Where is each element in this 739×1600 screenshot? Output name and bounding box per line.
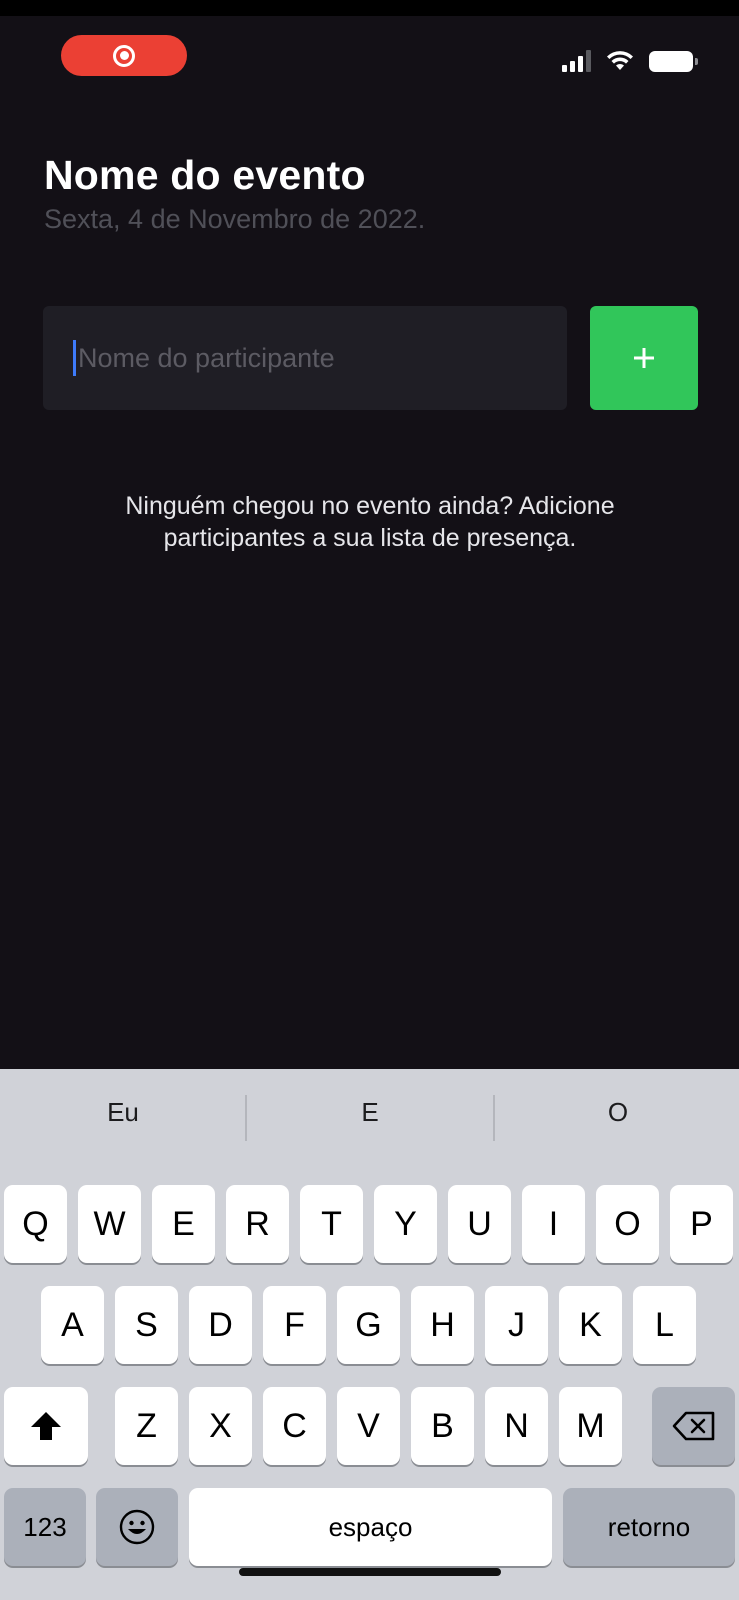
return-key[interactable]: retorno <box>563 1488 735 1566</box>
key-z[interactable]: Z <box>115 1387 178 1465</box>
participant-name-input[interactable] <box>78 342 518 374</box>
key-w[interactable]: W <box>78 1185 141 1263</box>
key-g[interactable]: G <box>337 1286 400 1364</box>
key-s[interactable]: S <box>115 1286 178 1364</box>
text-caret <box>73 340 76 376</box>
key-o[interactable]: O <box>596 1185 659 1263</box>
key-n[interactable]: N <box>485 1387 548 1465</box>
battery-icon <box>649 50 698 72</box>
plus-icon <box>634 348 654 368</box>
suggestion-item[interactable]: O <box>495 1097 739 1128</box>
key-u[interactable]: U <box>448 1185 511 1263</box>
empty-state-line: Ninguém chegou no evento ainda? Adicione <box>125 492 615 520</box>
key-r[interactable]: R <box>226 1185 289 1263</box>
key-f[interactable]: F <box>263 1286 326 1364</box>
key-a[interactable]: A <box>41 1286 104 1364</box>
key-q[interactable]: Q <box>4 1185 67 1263</box>
cellular-signal-icon <box>562 50 591 72</box>
suggestion-bar: Eu E O <box>0 1069 739 1164</box>
numbers-key[interactable]: 123 <box>4 1488 86 1566</box>
status-icons <box>562 50 698 72</box>
key-p[interactable]: P <box>670 1185 733 1263</box>
key-b[interactable]: B <box>411 1387 474 1465</box>
key-x[interactable]: X <box>189 1387 252 1465</box>
event-title: Nome do evento <box>44 152 366 198</box>
shift-key[interactable] <box>4 1387 88 1465</box>
keyboard: Eu E O Q W E R T Y U I O P A S D F G H J… <box>0 1069 739 1600</box>
delete-key[interactable] <box>652 1387 735 1465</box>
key-v[interactable]: V <box>337 1387 400 1465</box>
key-k[interactable]: K <box>559 1286 622 1364</box>
event-date: Sexta, 4 de Novembro de 2022. <box>44 204 426 234</box>
key-l[interactable]: L <box>633 1286 696 1364</box>
emoji-key[interactable] <box>96 1488 178 1566</box>
key-t[interactable]: T <box>300 1185 363 1263</box>
add-participant-button[interactable] <box>590 306 698 410</box>
space-key[interactable]: espaço <box>189 1488 552 1566</box>
key-j[interactable]: J <box>485 1286 548 1364</box>
home-indicator[interactable] <box>239 1568 501 1576</box>
key-d[interactable]: D <box>189 1286 252 1364</box>
key-i[interactable]: I <box>522 1185 585 1263</box>
suggestion-item[interactable]: E <box>247 1097 493 1128</box>
emoji-icon <box>119 1509 155 1545</box>
suggestion-item[interactable]: Eu <box>0 1097 246 1128</box>
backspace-icon <box>672 1411 714 1441</box>
key-y[interactable]: Y <box>374 1185 437 1263</box>
key-m[interactable]: M <box>559 1387 622 1465</box>
empty-state-line: participantes a sua lista de presença. <box>163 524 577 552</box>
screen-recording-indicator[interactable] <box>61 35 187 76</box>
screen-recording-icon <box>113 44 135 67</box>
wifi-icon <box>607 51 633 70</box>
participant-input-container[interactable] <box>43 306 567 410</box>
key-h[interactable]: H <box>411 1286 474 1364</box>
empty-state-message: Ninguém chegou no evento ainda? Adicione… <box>60 490 680 554</box>
key-c[interactable]: C <box>263 1387 326 1465</box>
shift-arrow-icon <box>31 1412 61 1440</box>
key-e[interactable]: E <box>152 1185 215 1263</box>
